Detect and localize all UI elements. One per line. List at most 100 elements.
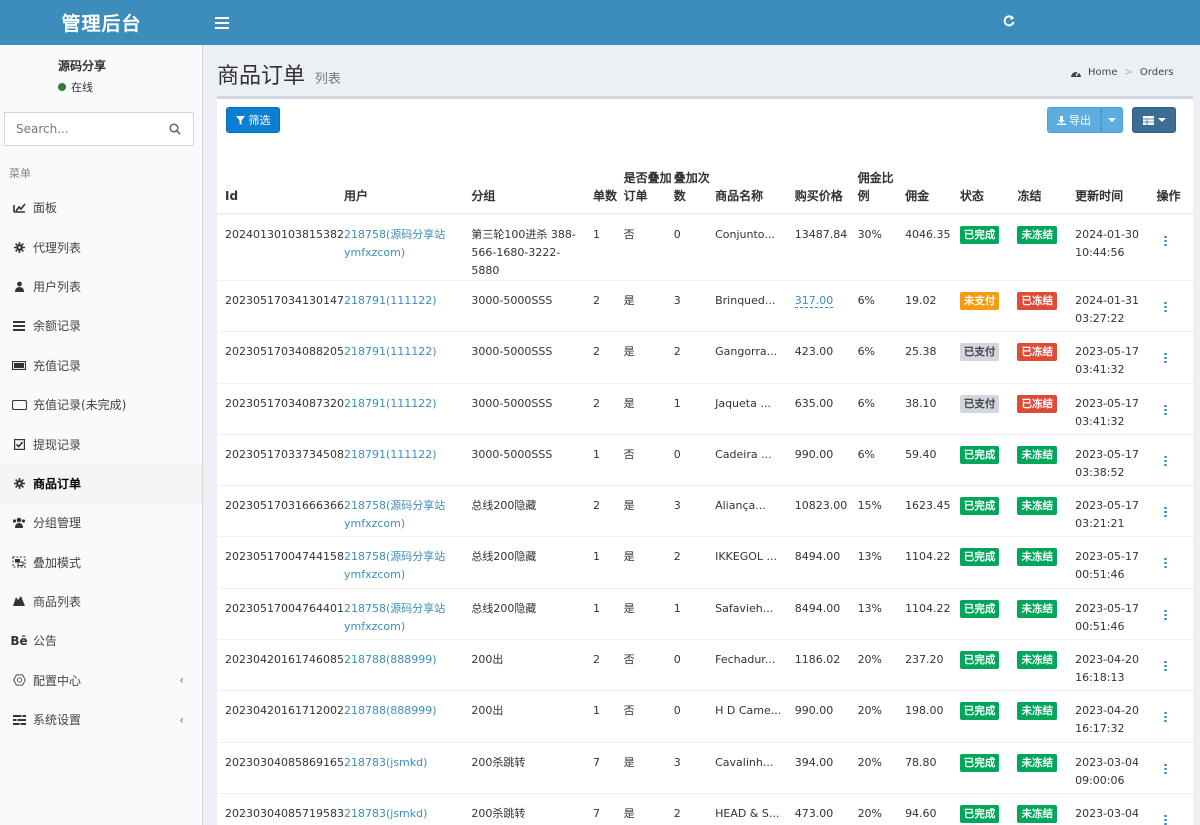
sidebar-item-11[interactable]: Bē 公告 (0, 621, 202, 660)
user-cell[interactable]: 218788(888999) (343, 690, 472, 743)
user-cell[interactable]: 218783(jsmkd) (343, 792, 472, 825)
user-cell[interactable]: 218791(111122) (343, 433, 472, 486)
sidebar-item-7[interactable]: 商品订单 (0, 463, 202, 504)
user-cell[interactable]: 218758(源码分享站ymfxzcom) (343, 485, 472, 537)
sidebar-item-12[interactable]: 配置中心 ‹ (0, 661, 202, 700)
column-header[interactable]: 商品名称 (715, 145, 795, 215)
sidebar-toggle-icon[interactable] (215, 16, 229, 29)
frozen-cell: 未冻结 (1017, 536, 1076, 589)
group-cell: 3000-5000SSS (471, 382, 593, 435)
actions-cell[interactable] (1156, 485, 1193, 537)
status-badge: 已完成 (959, 702, 1000, 721)
user-cell[interactable]: 218783(jsmkd) (343, 741, 472, 794)
export-dropdown-button[interactable] (1101, 107, 1123, 133)
actions-cell[interactable] (1156, 792, 1193, 825)
product-name-cell: Gangorra... (715, 331, 795, 384)
actions-cell[interactable] (1156, 213, 1193, 281)
column-header[interactable]: 佣金 (905, 145, 960, 215)
dashboard-icon (11, 202, 27, 214)
row-actions-icon[interactable] (1164, 302, 1168, 312)
sidebar-item-13[interactable]: 系统设置 ‹ (0, 700, 202, 739)
column-header[interactable]: 更新时间 (1075, 145, 1157, 215)
actions-cell[interactable] (1156, 639, 1193, 691)
row-actions-icon[interactable] (1164, 609, 1168, 620)
sidebar-item-10[interactable]: 商品列表 (0, 582, 202, 621)
row-actions-icon[interactable] (1164, 661, 1168, 672)
status-cell: 已完成 (959, 433, 1018, 486)
rate-cell: 20% (857, 690, 906, 743)
filter-button[interactable]: 筛选 (226, 107, 280, 133)
frozen-cell: 未冻结 (1017, 741, 1076, 794)
sidebar-item-8[interactable]: 分组管理 (0, 503, 202, 542)
order-id: 20230517004744158 (217, 536, 344, 589)
column-header[interactable]: 是否叠加订单 (623, 145, 674, 215)
actions-cell[interactable] (1156, 741, 1193, 794)
row-actions-icon[interactable] (1164, 507, 1168, 518)
column-header[interactable]: 用户 (343, 145, 472, 215)
actions-cell[interactable] (1156, 587, 1193, 640)
frozen-cell: 未冻结 (1017, 213, 1076, 281)
sidebar-item-6[interactable]: 提现记录 (0, 424, 202, 463)
orders-box: 筛选 导出 Id 用户 分组 单数 是否叠加订单 叠加次数 商品名称 购买价格 佣金比例 佣金 状态… (217, 96, 1193, 825)
column-header[interactable]: Id (217, 145, 344, 215)
search-icon[interactable] (169, 123, 181, 135)
app-logo[interactable]: 管理后台 (0, 0, 203, 45)
column-header[interactable]: 佣金比例 (857, 145, 906, 215)
column-header[interactable]: 购买价格 (794, 145, 858, 215)
updated-cell: 2023-05-17 03:21:21 (1075, 485, 1157, 537)
price-cell: 990.00 (794, 690, 858, 743)
actions-cell[interactable] (1156, 433, 1193, 486)
actions-cell[interactable] (1156, 331, 1193, 384)
user-cell[interactable]: 218758(源码分享站ymfxzcom) (343, 587, 472, 640)
breadcrumb-home[interactable]: Home (1088, 67, 1118, 78)
sidebar-item-1[interactable]: 代理列表 (0, 227, 202, 266)
refresh-icon[interactable] (1003, 15, 1015, 31)
user-cell[interactable]: 218758(源码分享站ymfxzcom) (343, 213, 472, 281)
price-cell: 635.00 (794, 382, 858, 435)
frozen-cell: 已冻结 (1017, 331, 1076, 384)
row-actions-icon[interactable] (1164, 712, 1168, 723)
commission-cell: 38.10 (905, 382, 960, 435)
column-header[interactable]: 冻结 (1017, 145, 1076, 215)
sidebar-item-2[interactable]: 用户列表 (0, 267, 202, 306)
actions-cell[interactable] (1156, 279, 1193, 332)
actions-cell[interactable] (1156, 382, 1193, 435)
columns-toggle-button[interactable] (1132, 107, 1176, 133)
row-actions-icon[interactable] (1164, 763, 1168, 774)
updated-cell: 2024-01-30 10:44:56 (1075, 213, 1157, 281)
row-actions-icon[interactable] (1164, 353, 1168, 364)
row-actions-icon[interactable] (1164, 455, 1168, 466)
row-actions-icon[interactable] (1164, 404, 1168, 415)
sidebar-item-3[interactable]: 余额记录 (0, 306, 202, 345)
status-cell: 已支付 (959, 382, 1018, 435)
breadcrumb-separator: > (1124, 67, 1133, 78)
user-cell[interactable]: 218791(111122) (343, 279, 472, 332)
price-link[interactable]: 317.00 (794, 294, 834, 308)
status-cell: 已完成 (959, 485, 1018, 537)
price-cell: 8494.00 (794, 587, 858, 640)
user-cell[interactable]: 218791(111122) (343, 382, 472, 435)
stack-times-cell: 3 (673, 485, 716, 537)
row-actions-icon[interactable] (1164, 814, 1168, 825)
sidebar-item-0[interactable]: 面板 (0, 188, 202, 227)
column-header[interactable]: 单数 (592, 145, 624, 215)
export-button[interactable]: 导出 (1047, 107, 1101, 133)
column-header[interactable]: 叠加次数 (673, 145, 716, 215)
search-input[interactable] (16, 122, 166, 136)
user-cell[interactable]: 218791(111122) (343, 331, 472, 384)
sidebar-item-9[interactable]: 叠加模式 (0, 543, 202, 582)
sidebar-item-4[interactable]: 充值记录 (0, 346, 202, 385)
column-header[interactable]: 操作 (1156, 145, 1193, 215)
column-header[interactable]: 状态 (959, 145, 1018, 215)
user-cell[interactable]: 218758(源码分享站ymfxzcom) (343, 536, 472, 589)
actions-cell[interactable] (1156, 536, 1193, 589)
page-subtitle: 列表 (314, 72, 341, 87)
row-actions-icon[interactable] (1164, 236, 1168, 246)
sidebar-item-5[interactable]: 充值记录(未完成) (0, 385, 202, 424)
actions-cell[interactable] (1156, 690, 1193, 743)
menu-header: 菜单 (9, 167, 31, 180)
commission-cell: 4046.35 (905, 213, 960, 281)
column-header[interactable]: 分组 (471, 145, 593, 215)
row-actions-icon[interactable] (1164, 558, 1168, 569)
user-cell[interactable]: 218788(888999) (343, 639, 472, 691)
